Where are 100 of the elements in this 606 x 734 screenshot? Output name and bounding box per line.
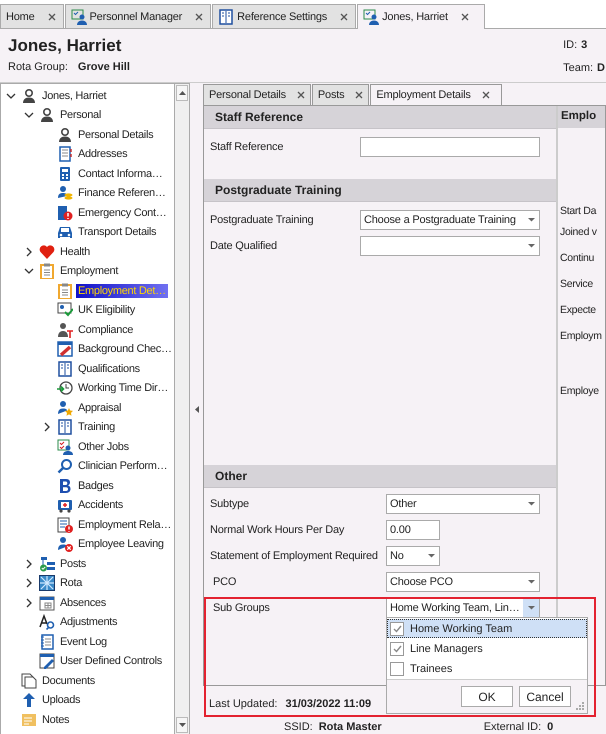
close-icon[interactable] [296,90,306,100]
calendar-bandage-icon [57,341,73,358]
document-tab[interactable]: Jones, Harriet [357,4,485,29]
panel-tab[interactable]: Personal Details [203,84,311,105]
tree-item[interactable]: Appraisal [76,400,124,415]
tree-item[interactable]: Employee Leaving [76,537,166,552]
tree-item[interactable]: Qualifications [76,362,142,376]
text-field[interactable] [360,136,540,157]
tree-item[interactable]: Absences [58,596,108,610]
clipboard-icon [57,282,73,299]
tree-item[interactable]: Transport Details [76,225,158,240]
field-label: Date Qualified [210,238,278,252]
text-field[interactable]: 0.00 [386,520,440,540]
tree-item[interactable]: Notes [40,712,72,727]
checkbox[interactable] [390,642,404,656]
close-icon[interactable] [354,90,364,100]
tree-item[interactable]: Finance Referen… [76,186,168,200]
employee-name: Jones, Harriet [8,36,122,56]
tree-item[interactable]: Badges [76,478,116,493]
field-value: 0 [547,721,554,734]
dropdown-field[interactable]: Choose a Postgraduate Training [360,210,540,230]
document-tab[interactable]: Reference Settings [212,4,356,28]
tree-item[interactable]: Event Log [58,634,109,649]
checkbox[interactable] [390,622,404,636]
dropdown-caret-icon[interactable] [528,502,534,506]
people-icon [70,8,87,24]
dropdown-caret-icon[interactable] [528,606,534,610]
popup-button[interactable]: Cancel [519,686,571,708]
tree-item[interactable]: Adjustments [58,615,120,630]
people-icon [363,9,380,25]
hierarchy-check-icon [39,556,55,572]
collapse-arrow-icon[interactable] [194,406,198,412]
book-icon [57,360,73,377]
dropdown-caret-icon[interactable] [528,580,534,584]
scroll-up-arrow-icon[interactable] [178,91,186,95]
field-label: Expecte [560,304,596,316]
dropdown-field[interactable]: No [386,546,440,566]
tree-item[interactable]: Accidents [76,498,125,512]
close-icon[interactable] [460,12,470,22]
up-arrow-icon [21,692,37,708]
tree-item[interactable]: Employment Rela… [76,518,174,532]
tree-item[interactable]: UK Eligibility [76,303,137,318]
dropdown-field[interactable]: Choose PCO [386,572,540,592]
tree-item[interactable]: Documents [40,674,97,688]
dropdown-caret-icon[interactable] [528,244,534,248]
tree-item[interactable]: Posts [58,556,88,571]
popup-button[interactable]: OK [461,686,513,708]
dropdown-field[interactable]: Home Working Team, Lin… [386,598,540,618]
dropdown-option[interactable]: Trainees [387,659,587,678]
tree-item[interactable]: Jones, Harriet [40,88,108,103]
close-icon[interactable] [194,12,204,22]
checkmark-icon [392,624,402,633]
close-icon[interactable] [480,90,491,100]
tree-item[interactable]: Uploads [40,693,82,708]
tree-item[interactable]: Compliance [76,322,136,337]
document-tab[interactable]: Personnel Manager [64,4,212,28]
field-label: ID: [563,39,578,51]
field-label: Continu [560,252,594,264]
address-book-icon [57,146,73,162]
checkbox[interactable] [390,662,404,676]
scrollbar[interactable] [175,83,190,734]
dropdown-field[interactable]: Other [386,494,540,514]
checklist-person-icon [57,438,73,455]
tree-item[interactable]: Addresses [76,147,130,162]
field-label: Employm [560,330,602,342]
tree-item[interactable]: Working Time Dir… [76,381,170,396]
notes-icon [21,712,37,728]
tree-item[interactable]: Background Chec… [76,342,174,356]
dropdown-option[interactable]: Home Working Team [387,619,587,638]
panel-tab[interactable]: Posts [312,84,370,105]
tree-item[interactable]: Contact Informa… [76,166,164,181]
tree-item[interactable]: Personal [58,108,104,122]
scroll-down-arrow-icon[interactable] [178,723,186,727]
dropdown-option[interactable]: Line Managers [387,639,587,658]
field-label: Postgraduate Training [210,212,314,226]
phone-alert-icon [57,204,73,221]
tree-item[interactable]: Other Jobs [76,440,131,454]
tree-item[interactable]: Employment Det… [76,284,168,298]
tree-item[interactable]: Health [58,244,92,259]
tree-item[interactable]: User Defined Controls [58,654,164,668]
letter-icon [57,478,73,494]
field-value: Grove Hill [78,61,130,73]
panel-tab[interactable]: Employment Details [370,84,502,105]
tree-item[interactable]: Emergency Cont… [76,206,168,220]
tree-item[interactable]: Training [76,420,117,434]
person-icon [39,107,55,124]
dropdown-field[interactable] [360,236,540,256]
tree-item[interactable]: Rota [58,576,84,590]
map-tile-icon [39,575,55,592]
close-icon[interactable] [46,12,57,22]
document-tab[interactable]: Home [0,4,64,28]
tree-item[interactable]: Employment [58,264,120,278]
person-star-icon [57,400,73,416]
close-icon[interactable] [339,12,350,22]
dropdown-caret-icon[interactable] [428,554,434,558]
dropdown-caret-icon[interactable] [528,218,534,222]
tree-item[interactable]: Personal Details [76,128,156,142]
field-label: Employe [560,384,599,397]
field-label: Rota Group: [8,61,68,73]
tree-item[interactable]: Clinician Perform… [76,459,170,474]
